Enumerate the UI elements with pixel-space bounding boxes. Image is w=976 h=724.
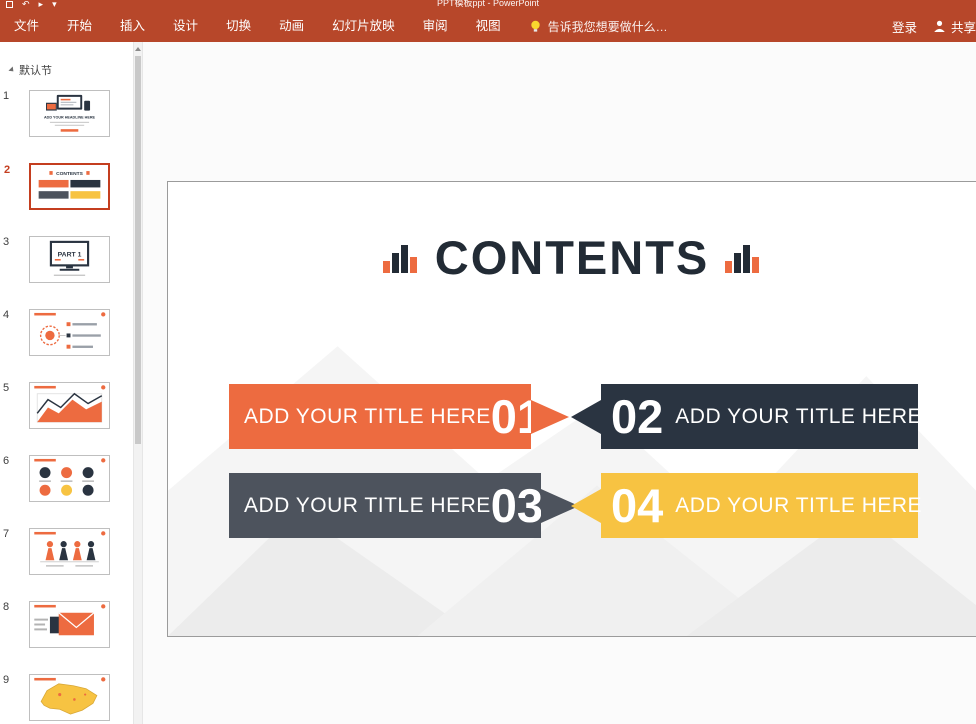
slide-thumbnail-preview xyxy=(30,675,109,720)
ribbon-tab-animations[interactable]: 动画 xyxy=(265,10,318,42)
ribbon-tab-insert[interactable]: 插入 xyxy=(106,10,159,42)
slide-thumbnail[interactable]: 9 xyxy=(29,674,110,721)
banner-number: 03 xyxy=(491,473,543,538)
slide-canvas[interactable]: CONTENTS ADD YOUR TITLE HERE xyxy=(167,181,976,637)
bar-chart-icon xyxy=(383,241,419,278)
banner-tail-left xyxy=(571,489,601,523)
banner-label: ADD YOUR TITLE HERE xyxy=(675,405,922,429)
slide-title[interactable]: CONTENTS xyxy=(435,234,710,281)
slide-number: 8 xyxy=(3,601,17,613)
panel-scrollbar xyxy=(133,42,143,724)
slide-thumbnail-preview xyxy=(30,529,109,574)
slide-thumbnail-preview xyxy=(30,383,109,428)
slide-thumbnail[interactable]: 6 xyxy=(29,455,110,502)
slide-thumbnail-preview xyxy=(30,310,109,355)
slide-thumbnail[interactable]: 4 xyxy=(29,309,110,356)
ribbon-tab-design[interactable]: 设计 xyxy=(159,10,212,42)
bar-chart-icon xyxy=(725,241,761,278)
ribbon-tab-transitions[interactable]: 切换 xyxy=(212,10,265,42)
lightbulb-icon xyxy=(529,20,542,33)
banner-03[interactable]: ADD YOUR TITLE HERE 03 xyxy=(229,473,579,538)
scrollbar-thumb[interactable] xyxy=(135,56,141,444)
slide-number: 5 xyxy=(3,382,17,394)
banner-tail-right xyxy=(531,400,569,434)
banner-tail-left xyxy=(571,400,601,434)
slide-thumbnail-preview: PART 1 xyxy=(30,237,109,282)
slide-thumbnail-panel: 默认节 1 ADD YOUR HEADLINE HERE 2 CONTENTS … xyxy=(0,42,133,724)
slide-thumbnail-list: 1 ADD YOUR HEADLINE HERE 2 CONTENTS 3 PA… xyxy=(0,90,133,721)
ribbon-tab-file[interactable]: 文件 xyxy=(0,10,53,42)
slide-thumbnail[interactable]: 5 xyxy=(29,382,110,429)
section-header[interactable]: 默认节 xyxy=(10,62,133,78)
ribbon-tab-bar: 文件 开始 插入 设计 切换 动画 幻灯片放映 审阅 视图 告诉我您想要做什么…… xyxy=(0,10,976,42)
banner-label: ADD YOUR TITLE HERE xyxy=(244,494,491,518)
slide-number: 2 xyxy=(4,164,18,176)
workspace: 默认节 1 ADD YOUR HEADLINE HERE 2 CONTENTS … xyxy=(0,42,976,724)
slide-thumbnail[interactable]: 8 xyxy=(29,601,110,648)
sign-in-button[interactable]: 登录 xyxy=(892,17,917,36)
banner-number: 04 xyxy=(611,473,663,538)
section-label: 默认节 xyxy=(19,62,52,78)
slide-number: 9 xyxy=(3,674,17,686)
banner-02[interactable]: 02 ADD YOUR TITLE HERE xyxy=(571,384,918,449)
editor-area: CONTENTS ADD YOUR TITLE HERE xyxy=(143,42,976,724)
slide-title-row: CONTENTS xyxy=(168,234,976,281)
slide-thumbnail[interactable]: 3 PART 1 xyxy=(29,236,110,283)
slide-number: 4 xyxy=(3,309,17,321)
ribbon-right-group: 登录 共享 xyxy=(882,17,976,36)
slide-number: 1 xyxy=(3,90,17,102)
slide-number: 3 xyxy=(3,236,17,248)
slide-thumbnail-preview xyxy=(30,602,109,647)
banner-01[interactable]: ADD YOUR TITLE HERE 01 xyxy=(229,384,569,449)
person-icon xyxy=(933,20,946,32)
tell-me-label: 告诉我您想要做什么… xyxy=(548,18,668,35)
section-collapse-icon xyxy=(8,66,15,73)
slide-number: 6 xyxy=(3,455,17,467)
svg-text:PART 1: PART 1 xyxy=(58,252,82,259)
banner-label: ADD YOUR TITLE HERE xyxy=(675,494,922,518)
slide-thumbnail[interactable]: 2 CONTENTS xyxy=(29,163,110,210)
title-bar: ↶ ▸ ▾ PPT模板ppt - PowerPoint xyxy=(0,0,976,10)
banner-label: ADD YOUR TITLE HERE xyxy=(244,405,491,429)
banner-number: 02 xyxy=(611,384,663,449)
powerpoint-window: ↶ ▸ ▾ PPT模板ppt - PowerPoint 文件 开始 插入 设计 … xyxy=(0,0,976,724)
document-title: PPT模板ppt - PowerPoint xyxy=(0,0,976,9)
ribbon-tab-slideshow[interactable]: 幻灯片放映 xyxy=(318,10,409,42)
scrollbar-up-arrow-icon[interactable] xyxy=(134,42,142,55)
slide-thumbnail-preview: CONTENTS xyxy=(31,165,108,208)
slide-thumbnail[interactable]: 7 xyxy=(29,528,110,575)
ribbon-tab-review[interactable]: 审阅 xyxy=(409,10,462,42)
slide-thumbnail-preview: ADD YOUR HEADLINE HERE xyxy=(30,91,109,136)
tell-me-box[interactable]: 告诉我您想要做什么… xyxy=(529,18,668,35)
share-label: 共享 xyxy=(951,17,976,36)
slide-thumbnail-preview xyxy=(30,456,109,501)
svg-text:ADD YOUR HEADLINE HERE: ADD YOUR HEADLINE HERE xyxy=(44,115,95,119)
slide-thumbnail[interactable]: 1 ADD YOUR HEADLINE HERE xyxy=(29,90,110,137)
banner-04[interactable]: 04 ADD YOUR TITLE HERE xyxy=(571,473,918,538)
svg-text:CONTENTS: CONTENTS xyxy=(56,171,83,177)
ribbon-tab-view[interactable]: 视图 xyxy=(462,10,515,42)
slide-number: 7 xyxy=(3,528,17,540)
ribbon-tab-home[interactable]: 开始 xyxy=(53,10,106,42)
share-button[interactable]: 共享 xyxy=(933,17,976,36)
